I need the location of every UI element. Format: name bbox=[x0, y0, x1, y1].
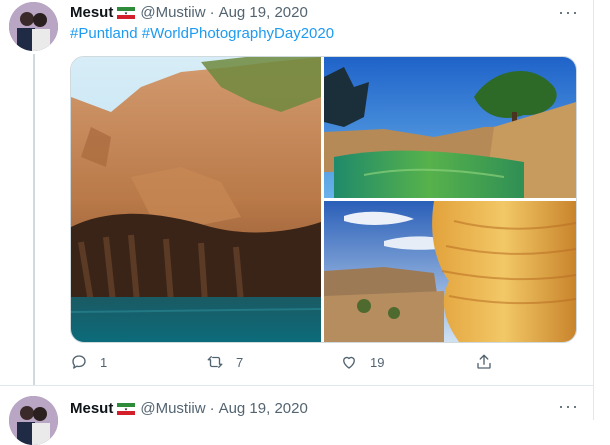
avatar[interactable] bbox=[9, 396, 58, 445]
thread-connector-line bbox=[33, 54, 35, 385]
tweet-header: Mesut @Mustiiw · Aug 19, 2020 bbox=[70, 398, 308, 418]
heart-icon bbox=[343, 356, 355, 369]
tweet-header: Mesut @Mustiiw · Aug 19, 2020 bbox=[70, 2, 308, 22]
photo-cave-cliff[interactable] bbox=[71, 57, 321, 342]
share-button[interactable] bbox=[475, 350, 505, 374]
reply-icon bbox=[72, 355, 86, 369]
avatar[interactable] bbox=[9, 2, 58, 51]
photo-green-pool[interactable] bbox=[324, 57, 576, 198]
separator-dot: · bbox=[209, 399, 215, 417]
retweet-icon bbox=[207, 356, 223, 368]
tweet[interactable]: Mesut @Mustiiw · Aug 19, 2020 ··· bbox=[0, 385, 593, 445]
author-name[interactable]: Mesut bbox=[70, 4, 113, 21]
tweet-text: #Puntland #WorldPhotographyDay2020 bbox=[70, 25, 334, 42]
tweet-actions: 1 7 19 bbox=[70, 350, 500, 374]
photo-yellow-rock[interactable] bbox=[324, 201, 576, 342]
reply-count: 1 bbox=[100, 354, 108, 370]
author-handle[interactable]: @Mustiiw bbox=[140, 400, 205, 417]
like-button[interactable]: 19 bbox=[340, 350, 384, 374]
more-icon[interactable]: ··· bbox=[558, 396, 579, 417]
retweet-count: 7 bbox=[236, 354, 244, 370]
retweet-button[interactable]: 7 bbox=[206, 350, 243, 374]
hashtag-link[interactable]: #WorldPhotographyDay2020 bbox=[142, 25, 334, 42]
hashtag-link[interactable]: #Puntland bbox=[70, 25, 138, 42]
tweet-date[interactable]: Aug 19, 2020 bbox=[219, 400, 308, 417]
author-name[interactable]: Mesut bbox=[70, 400, 113, 417]
reply-button[interactable]: 1 bbox=[70, 350, 107, 374]
tweet[interactable]: Mesut @Mustiiw · Aug 19, 2020 ··· #Puntl… bbox=[0, 0, 593, 385]
photo-grid bbox=[70, 56, 577, 343]
share-icon bbox=[477, 354, 491, 369]
tweet-date[interactable]: Aug 19, 2020 bbox=[219, 4, 308, 21]
separator-dot: · bbox=[209, 3, 215, 21]
timeline-border bbox=[593, 0, 594, 420]
somaliland-flag-icon bbox=[117, 402, 136, 415]
like-count: 19 bbox=[370, 354, 385, 370]
somaliland-flag-icon bbox=[117, 6, 136, 19]
author-handle[interactable]: @Mustiiw bbox=[140, 4, 205, 21]
more-icon[interactable]: ··· bbox=[558, 2, 579, 23]
